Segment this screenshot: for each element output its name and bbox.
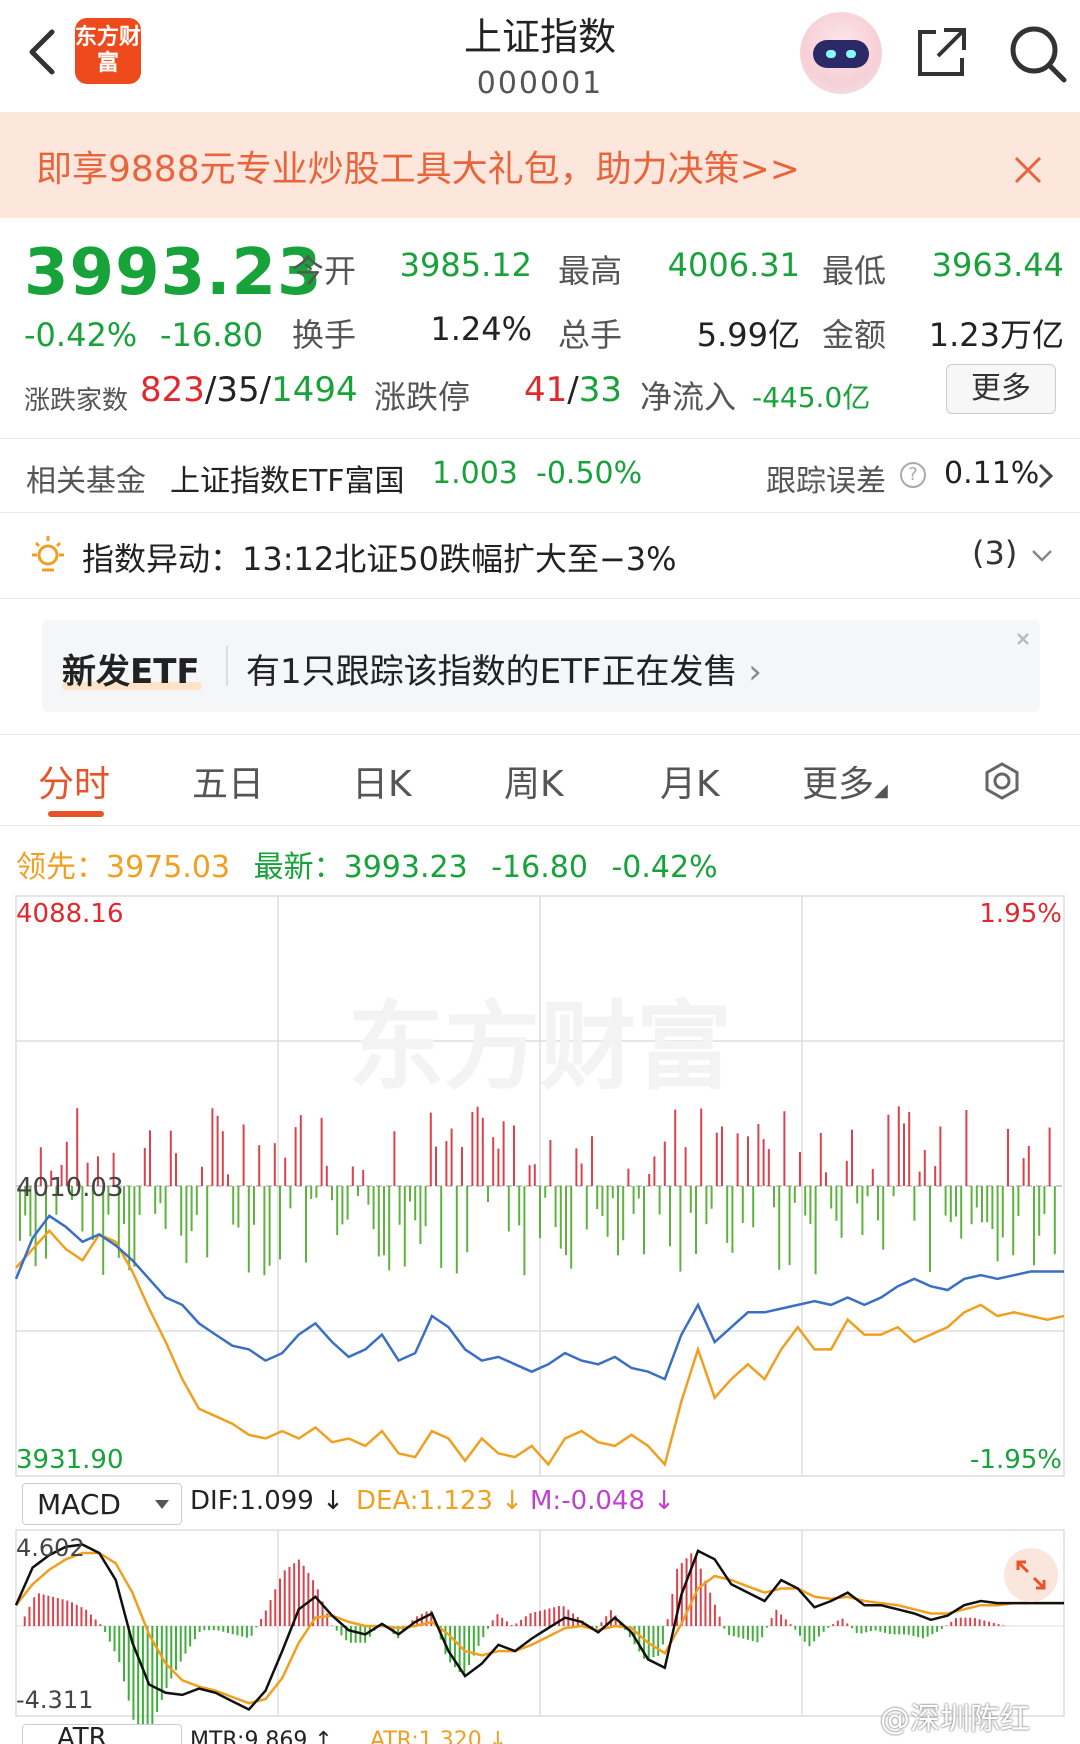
new-etf-card[interactable]: 新发ETF 有1只跟踪该指数的ETF正在发售 ›: [42, 620, 1040, 712]
y-axis-top-label: 4088.16: [16, 899, 124, 929]
tab-monthly-k[interactable]: 月K: [660, 755, 720, 807]
change-value: -16.80: [160, 316, 264, 354]
expand-icon[interactable]: [1004, 1548, 1058, 1602]
limit-label: 涨跌停: [374, 378, 471, 416]
macd-axis-top-label: 4.602: [16, 1534, 85, 1562]
macd-m: M:-0.048 ↓: [530, 1486, 676, 1516]
more-button[interactable]: 更多: [946, 364, 1056, 414]
open-label: 今开: [292, 252, 357, 290]
tracking-error-label: 跟踪误差: [766, 464, 886, 499]
macd-dif: DIF:1.099 ↓: [190, 1486, 344, 1516]
tab-daily-k[interactable]: 日K: [352, 755, 412, 807]
atr-mtr: MTR:9.869 ↑: [190, 1728, 333, 1744]
settings-gear-icon[interactable]: [980, 759, 1024, 803]
alert-text[interactable]: 指数异动：13:12北证50跌幅扩大至−3%: [82, 534, 677, 580]
pct-axis-top-label: 1.95%: [979, 899, 1062, 929]
intraday-chart[interactable]: 东方财富 4088.16 4010.03 3931.90 1.95% -1.95% 4.60…: [0, 890, 1080, 1744]
close-icon[interactable]: [1010, 626, 1036, 652]
open-value: 3985.12: [399, 246, 532, 284]
low-value: 3963.44: [931, 246, 1064, 284]
lead-label: 领先：: [16, 850, 106, 885]
netflow-value: -445.0亿: [752, 381, 871, 414]
index-code: 000001: [476, 66, 604, 101]
latest-label: 最新：: [253, 850, 344, 885]
dropdown-arrow-icon: [155, 1500, 169, 1509]
high-label: 最高: [558, 252, 623, 290]
fund-value: 1.003: [432, 456, 518, 491]
index-alert-row[interactable]: 指数异动：13:12北证50跌幅扩大至−3% (3): [0, 514, 1080, 596]
new-etf-tag: 新发ETF: [62, 652, 200, 692]
etf-card-text[interactable]: 有1只跟踪该指数的ETF正在发售 ›: [246, 644, 762, 693]
turnover-label: 换手: [292, 316, 357, 354]
divider: [0, 512, 1080, 513]
fund-label: 相关基金: [26, 464, 146, 499]
low-label: 最低: [822, 252, 887, 290]
fund-name[interactable]: 上证指数ETF富国: [170, 456, 405, 500]
ai-assistant-robot-icon[interactable]: [800, 12, 882, 94]
last-price: 3993.23: [24, 236, 323, 310]
tab-intraday[interactable]: 分时: [38, 755, 110, 807]
promo-text[interactable]: 即享9888元专业炒股工具大礼包，助力决策>>: [36, 140, 800, 192]
close-icon[interactable]: [1008, 150, 1048, 190]
site-watermark: @深圳陈红: [880, 1702, 1030, 1737]
tab-weekly-k[interactable]: 周K: [504, 755, 564, 807]
tab-five-day[interactable]: 五日: [192, 755, 264, 807]
lead-value: 3975.03: [106, 850, 231, 885]
macd-axis-bottom-label: -4.311: [16, 1686, 93, 1714]
fund-change: -0.50%: [536, 456, 643, 491]
chart-watermark: 东方财富: [348, 991, 732, 1103]
promo-banner[interactable]: 即享9888元专业炒股工具大礼包，助力决策>>: [0, 112, 1080, 218]
latest-percent: -0.42%: [611, 850, 718, 885]
search-icon[interactable]: [1006, 22, 1068, 84]
help-icon[interactable]: ?: [900, 462, 926, 488]
limit-value: 41/33: [524, 370, 622, 410]
app-logo: 东方财富: [75, 18, 141, 84]
amount-label: 金额: [822, 316, 887, 354]
separator: [226, 646, 228, 686]
divider: [0, 598, 1080, 599]
indicator-select-atr[interactable]: ATR: [22, 1724, 182, 1744]
change-percent: -0.42%: [24, 316, 138, 354]
tab-more[interactable]: 更多◢: [802, 755, 888, 807]
latest-value: 3993.23: [343, 850, 468, 885]
chart-period-tabs: 分时 五日 日K 周K 月K 更多◢: [0, 734, 1080, 826]
netflow-label: 净流入: [640, 378, 737, 416]
breadth-label: 涨跌家数: [24, 386, 129, 416]
quote-panel: 3993.23 -0.42% -16.80 今开 3985.12 最高 4006…: [0, 218, 1080, 438]
high-value: 4006.31: [667, 246, 800, 284]
share-icon[interactable]: [914, 24, 970, 80]
latest-change: -16.80: [491, 850, 588, 885]
alert-count: (3): [972, 534, 1018, 572]
tracking-error-value: 0.11%: [944, 456, 1040, 491]
volume-value: 5.99亿: [696, 316, 800, 354]
atr-atr: ATR:1.320 ↓: [370, 1728, 508, 1744]
chevron-right-icon[interactable]: [1036, 462, 1056, 490]
chart-legend: 领先：3975.03 最新：3993.23 -16.80 -0.42%: [16, 842, 718, 886]
back-arrow-icon[interactable]: [22, 24, 62, 80]
related-fund-row[interactable]: 相关基金 上证指数ETF富国 1.003 -0.50% 跟踪误差 ? 0.11%: [0, 440, 1080, 512]
y-axis-mid-label: 4010.03: [16, 1173, 124, 1203]
lightbulb-icon: [32, 536, 64, 572]
indicator-select-macd[interactable]: MACD: [22, 1483, 182, 1525]
page-title: 上证指数: [463, 15, 616, 59]
macd-dea: DEA:1.123 ↓: [356, 1486, 524, 1516]
chevron-down-icon[interactable]: [1030, 548, 1054, 564]
divider: [0, 438, 1080, 439]
active-tab-indicator: [48, 811, 104, 817]
volume-label: 总手: [558, 316, 623, 354]
breadth-value: 823/35/1494: [140, 370, 358, 410]
pct-axis-bottom-label: -1.95%: [970, 1445, 1062, 1475]
app-header: 东方财富 上证指数 000001: [0, 0, 1080, 112]
turnover-value: 1.24%: [430, 310, 532, 348]
y-axis-bottom-label: 3931.90: [16, 1445, 124, 1475]
amount-value: 1.23万亿: [928, 316, 1064, 354]
